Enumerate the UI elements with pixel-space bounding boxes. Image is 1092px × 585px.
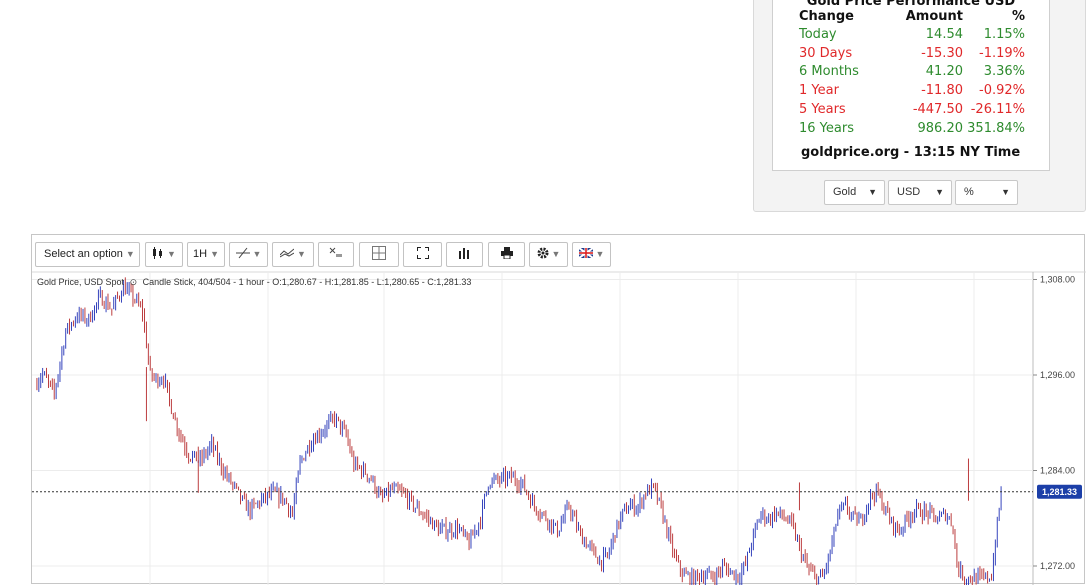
performance-change: 30 Days xyxy=(799,45,853,61)
y-tick-label: 1,272.00 xyxy=(1040,561,1075,571)
performance-percent: 351.84% xyxy=(967,120,1025,136)
performance-percent: -26.11% xyxy=(970,101,1025,117)
metal-select[interactable]: Gold ▼ xyxy=(824,180,885,205)
performance-table: Gold Price Performance USD Change Amount… xyxy=(772,0,1050,171)
performance-percent: -0.92% xyxy=(979,83,1025,99)
price-chart: Select an option ▼ ▼ 1H ▼ ▼ ▼ ▼ ▼ 1,308.… xyxy=(31,234,1086,585)
chart-info-line: Gold Price, USD Spot ⊙ Candle Stick, 404… xyxy=(37,277,471,288)
last-price-label: 1,281.33 xyxy=(1042,487,1077,497)
performance-amount: 14.54 xyxy=(925,27,963,42)
performance-amount: 986.20 xyxy=(917,120,964,136)
performance-panel: Gold Price Performance USD Change Amount… xyxy=(753,0,1086,212)
y-tick-label: 1,296.00 xyxy=(1040,370,1075,380)
performance-change: 16 Years xyxy=(799,120,854,136)
y-tick-label: 1,284.00 xyxy=(1040,466,1075,476)
performance-row: 16 Years 986.20 351.84% xyxy=(799,119,1035,138)
header-change: Change xyxy=(799,9,854,24)
performance-row: 1 Year -11.80 -0.92% xyxy=(799,81,1035,100)
eye-icon[interactable]: ⊙ xyxy=(130,277,138,288)
dropdown-arrow-icon: ▼ xyxy=(868,187,877,197)
performance-row: 6 Months 41.20 3.36% xyxy=(799,62,1035,81)
performance-footer: goldprice.org - 13:15 NY Time xyxy=(801,145,1021,160)
y-tick-label: 1,308.00 xyxy=(1040,275,1075,285)
performance-change: 5 Years xyxy=(799,101,846,117)
unit-select[interactable]: % ▼ xyxy=(955,180,1018,205)
header-amount: Amount xyxy=(905,9,963,24)
performance-amount: -11.80 xyxy=(921,83,963,99)
symbol-label: Gold Price, USD Spot xyxy=(37,277,125,287)
dropdown-arrow-icon: ▼ xyxy=(935,187,944,197)
performance-amount: 41.20 xyxy=(925,64,963,80)
performance-amount: -447.50 xyxy=(912,101,963,117)
header-percent: % xyxy=(1011,9,1025,24)
performance-change: Today xyxy=(799,27,837,42)
ohlc-description: Candle Stick, 404/504 - 1 hour - O:1,280… xyxy=(142,277,472,287)
performance-row: Today 14.54 1.15% xyxy=(799,25,1035,44)
performance-percent: 3.36% xyxy=(983,64,1025,80)
performance-row: 30 Days -15.30 -1.19% xyxy=(799,44,1035,63)
performance-amount: -15.30 xyxy=(921,45,963,61)
dropdown-arrow-icon: ▼ xyxy=(1001,187,1010,197)
performance-percent: 1.15% xyxy=(983,27,1025,42)
performance-percent: -1.19% xyxy=(979,45,1025,61)
performance-header-row: Change Amount % xyxy=(799,7,1035,26)
performance-change: 6 Months xyxy=(799,64,859,80)
performance-row: 5 Years -447.50 -26.11% xyxy=(799,100,1035,119)
currency-select[interactable]: USD ▼ xyxy=(888,180,952,205)
performance-change: 1 Year xyxy=(799,83,839,99)
